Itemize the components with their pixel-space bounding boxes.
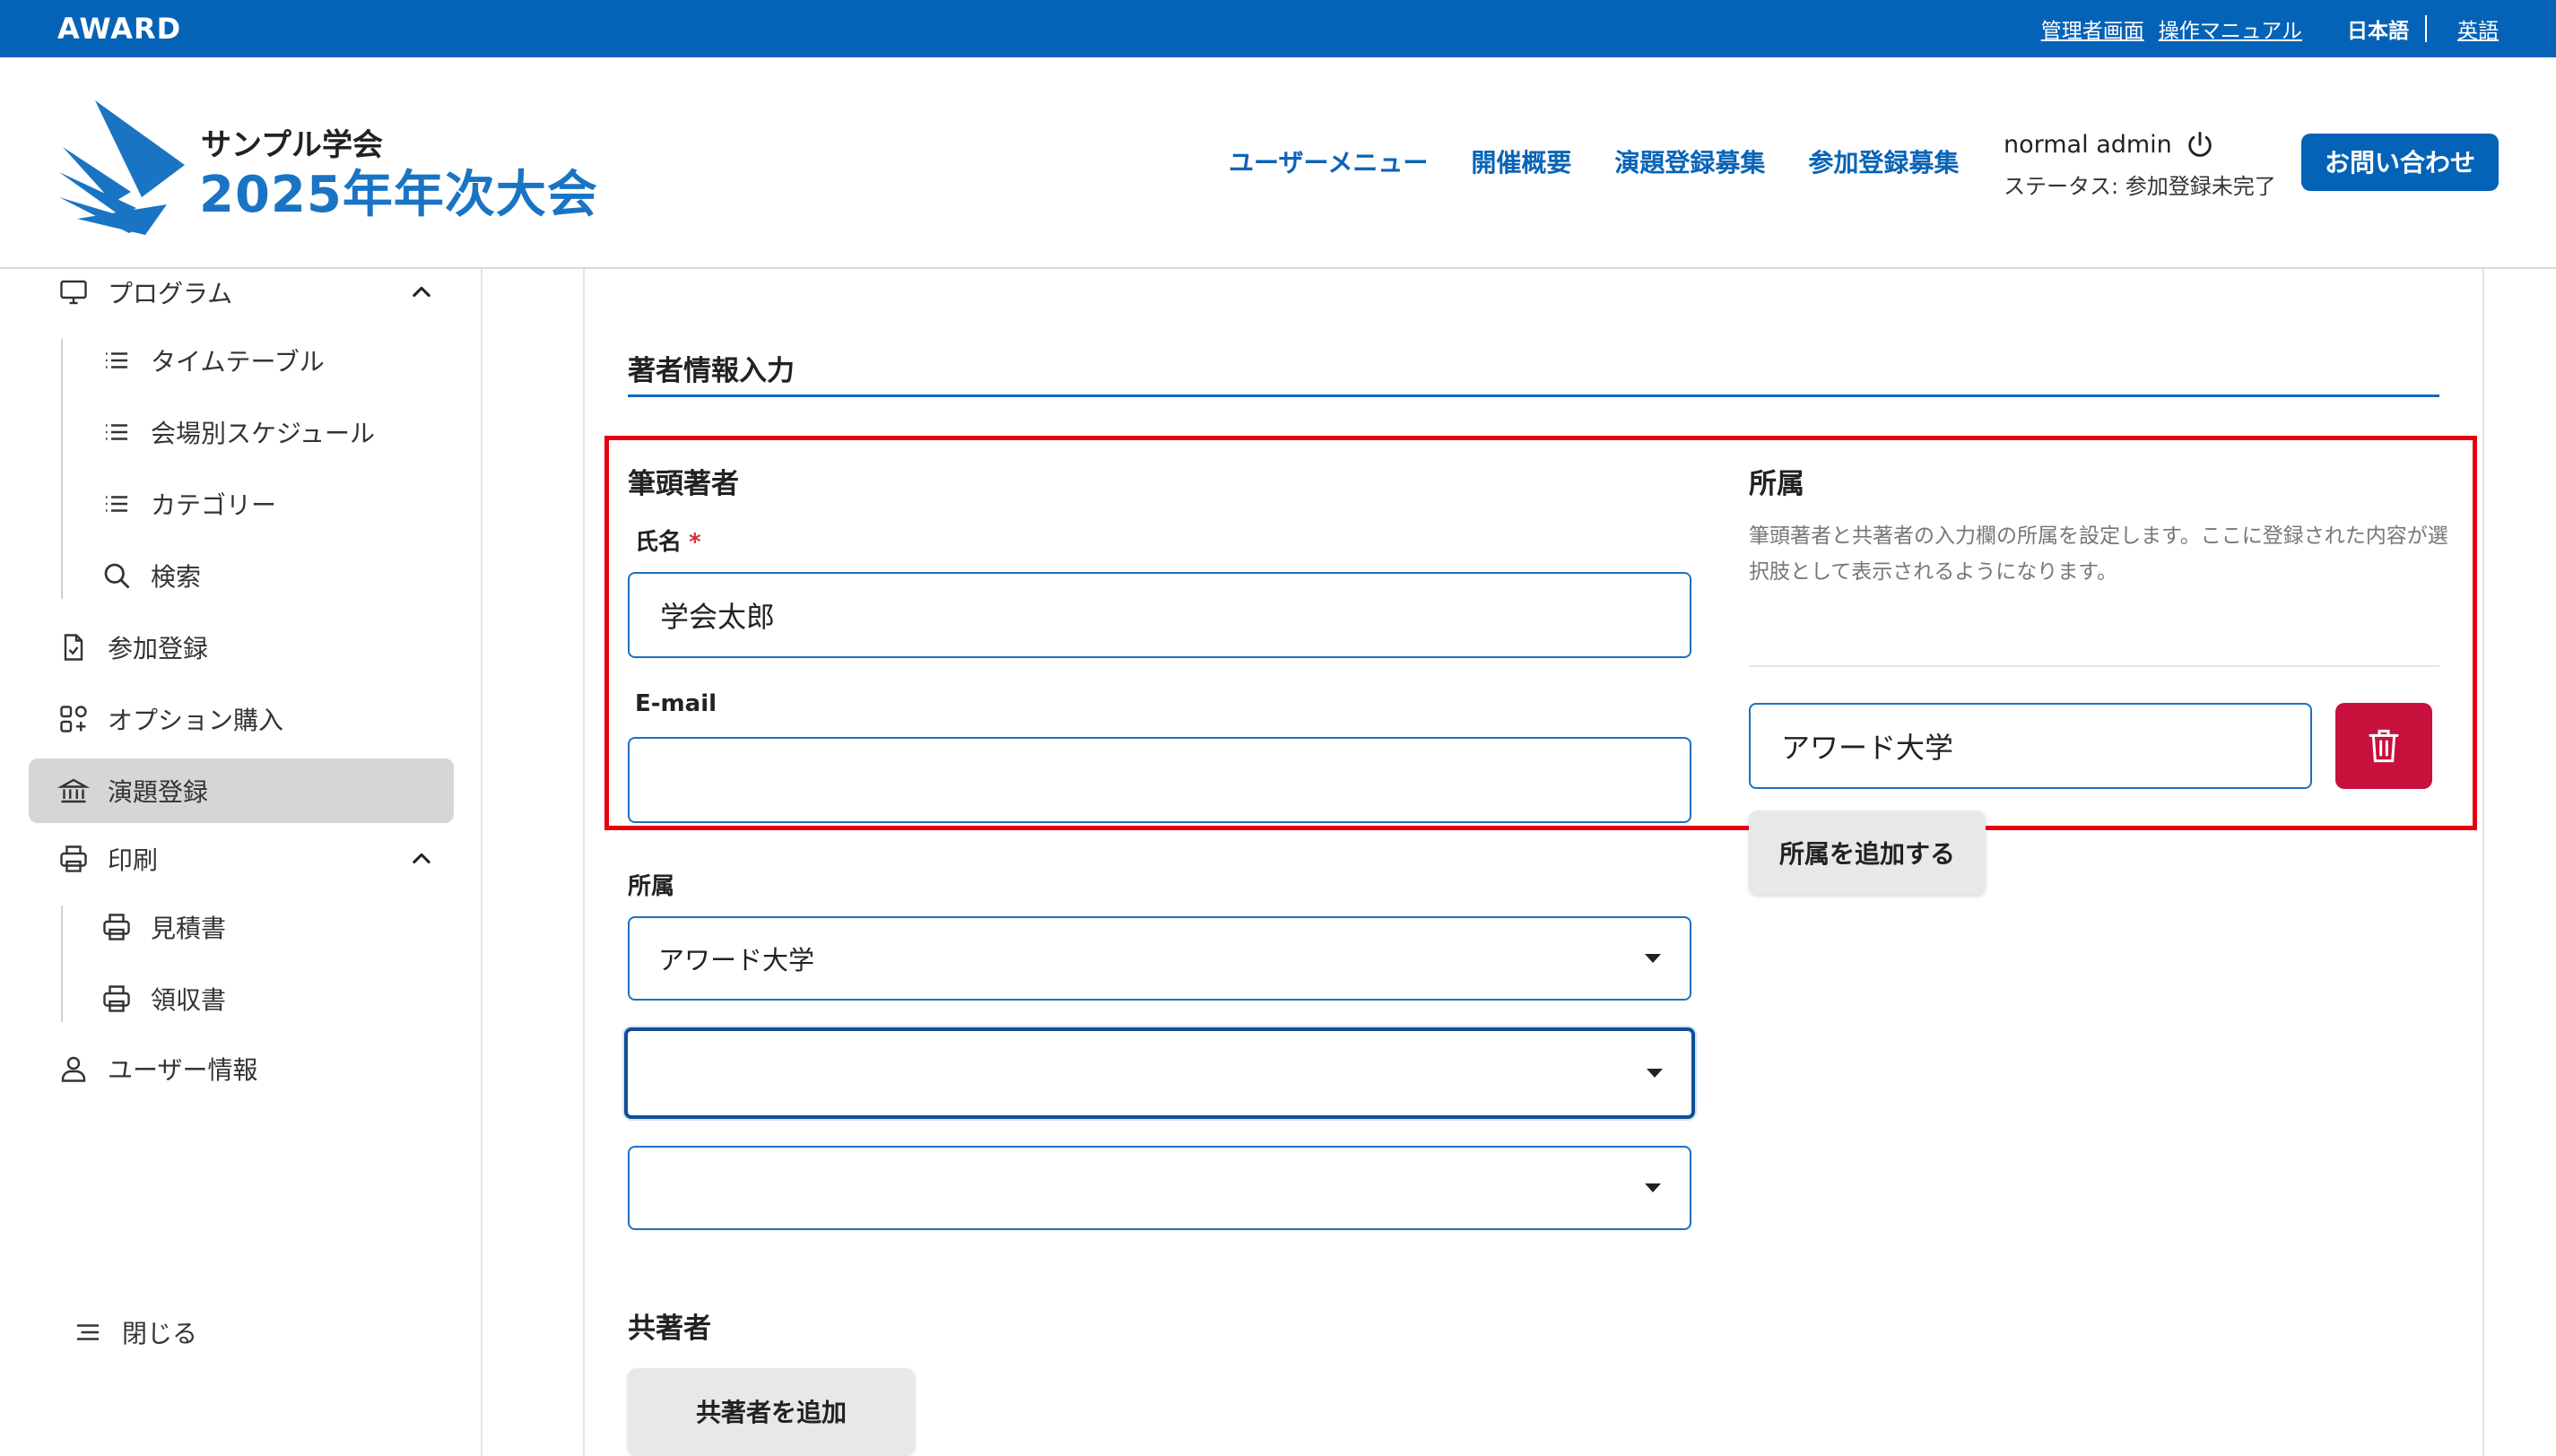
menu-close-icon xyxy=(77,1324,99,1340)
sidebar-item-timetable[interactable]: タイムテーブル xyxy=(100,341,325,380)
sidebar-label-timetable: タイムテーブル xyxy=(151,347,325,377)
affiliation-select-3[interactable] xyxy=(628,1146,1691,1230)
award-logo[interactable]: AWARD xyxy=(57,11,181,47)
user-name: normal admin xyxy=(2004,130,2172,159)
add-coauthor-button[interactable]: 共著者を追加 xyxy=(628,1368,915,1454)
list-icon xyxy=(106,496,127,512)
nav-abstract-call[interactable]: 演題登録募集 xyxy=(1614,143,1765,179)
affiliation-label: 所属 xyxy=(628,873,675,900)
sidebar-label-participation: 参加登録 xyxy=(108,634,209,663)
content-border-right xyxy=(2482,269,2484,1456)
affiliation-panel-divider xyxy=(1749,665,2439,667)
sidebar-label-receipt: 領収書 xyxy=(151,985,227,1015)
sidebar-item-venue-schedule[interactable]: 会場別スケジュール xyxy=(100,412,375,452)
sidebar-label-search: 検索 xyxy=(151,562,202,592)
sidebar-label-venue-schedule: 会場別スケジュール xyxy=(151,419,376,448)
lang-current: 日本語 xyxy=(2347,20,2409,43)
sidebar-item-user-info[interactable]: ユーザー情報 xyxy=(57,1049,257,1088)
nav-user-menu[interactable]: ユーザーメニュー xyxy=(1229,143,1428,179)
email-input[interactable] xyxy=(628,737,1691,823)
search-icon xyxy=(104,563,130,589)
apps-add-icon xyxy=(60,706,87,732)
top-bar: AWARD 管理者画面 操作マニュアル 日本語 英語 xyxy=(0,0,2556,57)
power-icon[interactable] xyxy=(2185,129,2215,160)
name-label: 氏名 * xyxy=(635,524,701,557)
sidebar-label-abstract: 演題登録 xyxy=(108,777,209,807)
user-box: normal admin ステータス: 参加登録未完了 xyxy=(2004,129,2276,200)
nav-overview[interactable]: 開催概要 xyxy=(1471,143,1571,179)
sidebar-item-estimate[interactable]: 見積書 xyxy=(100,907,226,947)
sidebar: プログラム タイムテーブル 会場別スケジュール カテゴリー 検索 参加登録 オプ… xyxy=(0,269,483,1456)
sidebar-label-estimate: 見積書 xyxy=(151,914,227,943)
caret-down-icon xyxy=(1645,1183,1661,1192)
user-status: ステータス: 参加登録未完了 xyxy=(2004,174,2276,199)
sidebar-item-category[interactable]: カテゴリー xyxy=(100,484,276,524)
name-label-text: 氏名 xyxy=(635,529,682,556)
user-name-row: normal admin xyxy=(2004,129,2276,160)
admin-link[interactable]: 管理者画面 xyxy=(2041,13,2144,44)
affiliation-select-1-value: アワード大学 xyxy=(658,945,815,975)
chevron-up-icon[interactable] xyxy=(409,846,434,871)
program-sub-line xyxy=(61,339,63,599)
sidebar-label-program: プログラム xyxy=(108,279,233,308)
bank-icon xyxy=(57,778,90,803)
document-check-icon xyxy=(64,634,83,661)
conference-logo-icon[interactable] xyxy=(59,93,194,237)
section-underline xyxy=(628,394,2439,397)
affiliation-panel-description: 筆頭著者と共著者の入力欄の所属を設定します。ここに登録された内容が選択肢として表… xyxy=(1749,524,2448,584)
sidebar-item-search[interactable]: 検索 xyxy=(100,556,201,595)
coauthor-heading: 共著者 xyxy=(628,1313,711,1345)
monitor-icon xyxy=(60,280,87,305)
lang-separator xyxy=(2425,15,2427,42)
affiliation-entry-input[interactable]: アワード大学 xyxy=(1749,703,2312,789)
section-title: 著者情報入力 xyxy=(628,355,795,387)
sidebar-label-close: 閉じる xyxy=(122,1319,198,1348)
sidebar-label-category: カテゴリー xyxy=(151,490,277,520)
lang-english-link[interactable]: 英語 xyxy=(2457,13,2499,44)
top-links: 管理者画面 操作マニュアル 日本語 英語 xyxy=(2027,0,2499,57)
delete-affiliation-button[interactable] xyxy=(2335,703,2432,789)
affiliation-select-2[interactable] xyxy=(624,1027,1695,1119)
printer-icon xyxy=(103,914,130,940)
sidebar-item-program[interactable]: プログラム xyxy=(57,273,232,312)
sidebar-label-option: オプション購入 xyxy=(108,706,284,735)
printer-icon xyxy=(103,985,130,1012)
sidebar-label-user-info: ユーザー情報 xyxy=(108,1055,258,1085)
email-label: E-mail xyxy=(635,690,717,717)
sidebar-label-print: 印刷 xyxy=(108,845,159,875)
first-author-heading: 筆頭著者 xyxy=(628,468,739,500)
sidebar-item-receipt[interactable]: 領収書 xyxy=(100,979,226,1018)
name-input[interactable]: 学会太郎 xyxy=(628,572,1691,658)
add-affiliation-button[interactable]: 所属を追加する xyxy=(1749,810,1986,895)
sidebar-item-option[interactable]: オプション購入 xyxy=(57,699,283,739)
list-icon xyxy=(106,424,127,440)
nav-registration-call[interactable]: 参加登録募集 xyxy=(1808,143,1959,179)
affiliation-select-1[interactable]: アワード大学 xyxy=(628,916,1691,1001)
trash-icon xyxy=(2369,729,2399,763)
main-nav: ユーザーメニュー 開催概要 演題登録募集 参加登録募集 xyxy=(1229,143,1959,179)
sidebar-close-button[interactable]: 閉じる xyxy=(72,1313,197,1352)
brand-title: 2025年年次大会 xyxy=(199,166,598,224)
name-input-value: 学会太郎 xyxy=(660,600,776,634)
sidebar-item-participation[interactable]: 参加登録 xyxy=(57,628,208,667)
print-sub-line xyxy=(61,906,63,1022)
contact-button[interactable]: お問い合わせ xyxy=(2301,134,2499,191)
affiliation-panel-heading: 所属 xyxy=(1749,468,1804,500)
site-header: サンプル学会 2025年年次大会 ユーザーメニュー 開催概要 演題登録募集 参加… xyxy=(0,57,2556,269)
manual-link[interactable]: 操作マニュアル xyxy=(2159,13,2302,44)
content-border-left xyxy=(583,269,585,1456)
required-mark: * xyxy=(689,529,701,556)
affiliation-entry-value: アワード大学 xyxy=(1781,731,1954,765)
caret-down-icon xyxy=(1645,954,1661,963)
caret-down-icon xyxy=(1647,1069,1663,1078)
sidebar-item-print[interactable]: 印刷 xyxy=(57,839,158,879)
list-icon xyxy=(106,352,127,368)
chevron-up-icon[interactable] xyxy=(409,280,434,305)
sidebar-item-abstract[interactable]: 演題登録 xyxy=(57,771,208,810)
user-icon xyxy=(61,1056,86,1082)
printer-icon xyxy=(60,845,87,872)
